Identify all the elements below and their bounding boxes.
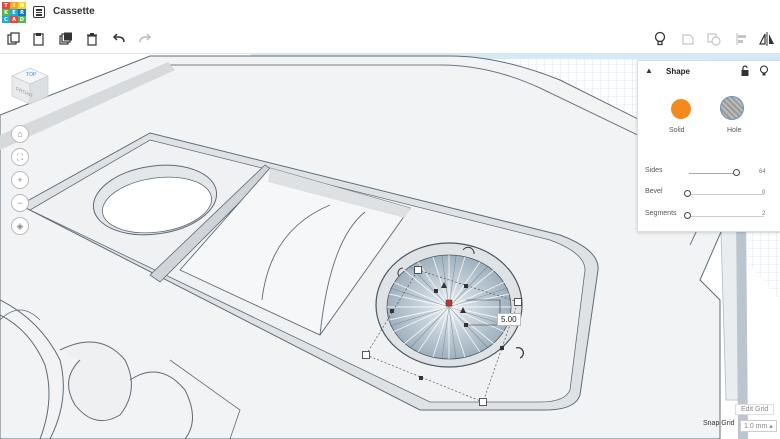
sides-slider-knob[interactable] — [733, 169, 740, 176]
copy-icon[interactable] — [5, 30, 23, 48]
duplicate-icon[interactable] — [57, 30, 75, 48]
segments-value[interactable]: 2 — [762, 211, 765, 217]
solid-label[interactable]: Solid — [669, 127, 685, 134]
bevel-value[interactable]: 0 — [762, 190, 765, 196]
logo-letter: I — [10, 2, 18, 9]
view-cube-top[interactable]: TOP — [26, 72, 36, 78]
bevel-label: Bevel — [645, 188, 663, 195]
logo-letter: N — [18, 2, 26, 9]
sides-value[interactable]: 64 — [759, 169, 766, 175]
hole-label[interactable]: Hole — [727, 127, 741, 134]
dimension-label[interactable]: 5.00 — [497, 313, 521, 326]
logo-letter: C — [2, 16, 10, 23]
visibility-bulb-icon[interactable] — [759, 65, 769, 77]
sides-label: Sides — [645, 167, 663, 174]
center-handle[interactable] — [445, 299, 453, 307]
tinkercad-logo[interactable]: T I N K E R C A D — [2, 2, 26, 24]
shape-inspector-panel: ▲ Shape Solid Hole Sides 64 Bevel 0 Segm… — [637, 60, 780, 232]
redo-icon[interactable] — [136, 30, 154, 48]
logo-letter: R — [18, 9, 26, 16]
ungroup-icon[interactable] — [705, 30, 723, 48]
view-cube[interactable]: TOP FRONT — [10, 66, 50, 106]
delete-icon[interactable] — [83, 30, 101, 48]
logo-letter: K — [2, 9, 10, 16]
edit-grid-button[interactable]: Edit Grid — [735, 404, 775, 415]
segments-slider-knob[interactable] — [684, 212, 691, 219]
snap-grid-select[interactable]: 1.0 mm ▴ — [740, 420, 777, 432]
perspective-icon[interactable]: ◈ — [11, 217, 29, 235]
segments-slider-track[interactable] — [689, 216, 764, 217]
paste-icon[interactable] — [30, 30, 48, 48]
cassette-body[interactable] — [0, 55, 739, 439]
zoom-in-icon[interactable]: + — [11, 171, 29, 189]
logo-letter: E — [10, 9, 18, 16]
edit-toolbar — [0, 26, 780, 54]
top-bar: T I N K E R C A D Cassette — [0, 0, 780, 26]
align-icon[interactable] — [733, 30, 751, 48]
design-menu-icon[interactable] — [33, 6, 45, 18]
zoom-out-icon[interactable]: − — [11, 194, 29, 212]
snap-grid-label: Snap Grid — [703, 420, 735, 427]
collapse-arrow-icon[interactable]: ▲ — [645, 66, 653, 75]
light-bulb-icon[interactable] — [651, 30, 669, 48]
panel-title: Shape — [666, 67, 691, 76]
undo-icon[interactable] — [110, 30, 128, 48]
home-icon[interactable]: ⌂ — [11, 125, 29, 143]
logo-letter: A — [10, 16, 18, 23]
design-title[interactable]: Cassette — [53, 6, 95, 17]
group-icon[interactable] — [679, 30, 697, 48]
bevel-slider-track[interactable] — [689, 194, 764, 195]
panel-header: ▲ Shape — [638, 61, 780, 83]
logo-letter: D — [18, 16, 26, 23]
lock-icon[interactable] — [740, 65, 750, 77]
solid-swatch[interactable] — [671, 99, 691, 119]
logo-letter: T — [2, 2, 10, 9]
bevel-slider-knob[interactable] — [684, 190, 691, 197]
hole-swatch[interactable] — [720, 96, 744, 120]
mirror-icon[interactable] — [758, 30, 776, 48]
sides-slider-track[interactable] — [689, 173, 736, 174]
segments-label: Segments — [645, 210, 677, 217]
fit-icon[interactable]: ⛶ — [11, 148, 29, 166]
